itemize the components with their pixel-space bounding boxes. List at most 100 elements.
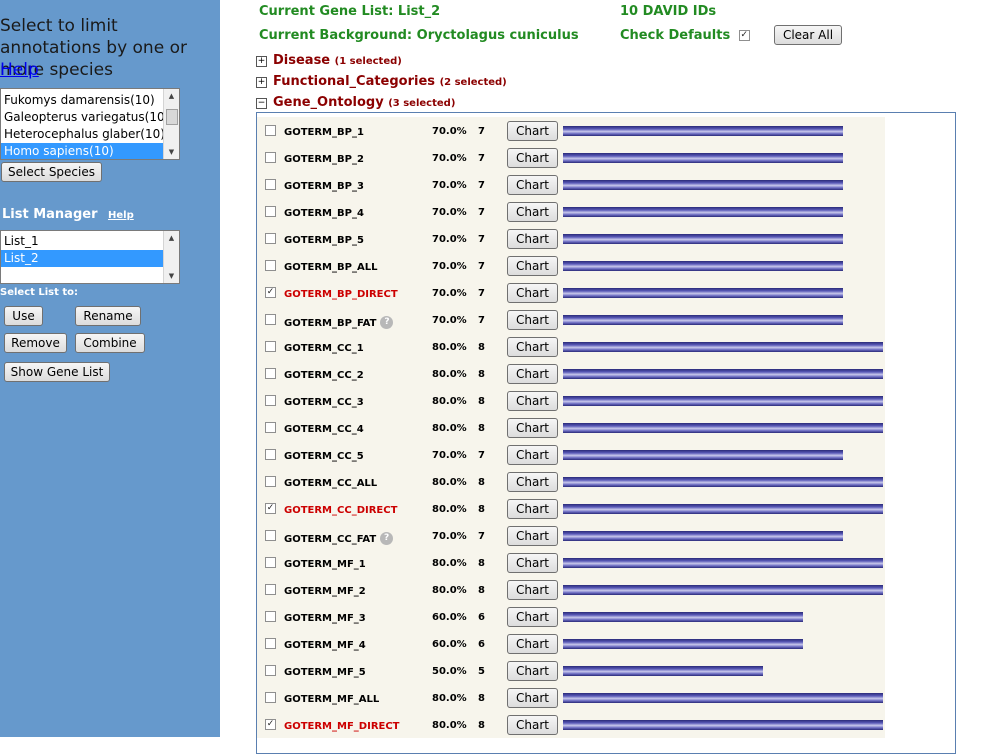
annotation-checkbox[interactable]	[265, 368, 276, 379]
annotation-name: GOTERM_MF_DIRECT	[284, 721, 400, 732]
annotation-checkbox[interactable]	[265, 260, 276, 271]
scroll-down-icon[interactable]: ▼	[164, 269, 179, 283]
chart-button[interactable]: Chart	[507, 661, 558, 681]
chart-button[interactable]: Chart	[507, 148, 558, 168]
chart-button[interactable]: Chart	[507, 229, 558, 249]
annotation-count: 7	[478, 450, 485, 461]
chart-button[interactable]: Chart	[507, 688, 558, 708]
expand-icon[interactable]: +	[256, 77, 267, 88]
annotation-row: GOTERM_CC_4 80.0% 8 Chart	[257, 414, 885, 441]
expand-icon[interactable]: +	[256, 56, 267, 67]
combine-button[interactable]: Combine	[75, 333, 145, 353]
section-functional-categories[interactable]: + Functional_Categories (2 selected)	[256, 74, 507, 89]
annotation-name: GOTERM_MF_5	[284, 667, 366, 678]
chart-button[interactable]: Chart	[507, 715, 558, 735]
annotation-name-text: GOTERM_MF_2	[284, 586, 366, 597]
help-icon[interactable]: ?	[380, 532, 394, 545]
select-species-button[interactable]: Select Species	[1, 162, 102, 182]
annotation-percent: 70.0%	[432, 234, 467, 245]
annotation-count: 6	[478, 612, 485, 623]
coverage-bar	[563, 207, 843, 217]
annotation-name: GOTERM_MF_1	[284, 559, 366, 570]
annotation-checkbox[interactable]	[265, 584, 276, 595]
annotation-count: 7	[478, 315, 485, 326]
rename-button[interactable]: Rename	[75, 306, 141, 326]
coverage-bar	[563, 369, 883, 379]
annotation-checkbox[interactable]	[265, 692, 276, 703]
annotation-checkbox[interactable]: ✓	[265, 287, 276, 298]
annotation-checkbox[interactable]	[265, 449, 276, 460]
chart-button[interactable]: Chart	[507, 391, 558, 411]
annotation-checkbox[interactable]	[265, 341, 276, 352]
species-item[interactable]: Galeopterus variegatus(10)	[1, 109, 179, 126]
collapse-icon[interactable]: −	[256, 98, 267, 109]
chart-button[interactable]: Chart	[507, 553, 558, 573]
annotation-checkbox[interactable]	[265, 233, 276, 244]
chart-button[interactable]: Chart	[507, 472, 558, 492]
coverage-bar	[563, 666, 763, 676]
check-defaults-checkbox[interactable]: ✓	[738, 30, 750, 41]
show-gene-list-button[interactable]: Show Gene List	[4, 362, 110, 382]
annotation-checkbox[interactable]	[265, 422, 276, 433]
annotation-name-text: GOTERM_BP_DIRECT	[284, 289, 398, 300]
species-help-link[interactable]: Help	[0, 60, 39, 80]
chart-button[interactable]: Chart	[507, 283, 558, 303]
annotation-checkbox[interactable]	[265, 152, 276, 163]
species-item[interactable]: Heterocephalus glaber(10)	[1, 126, 179, 143]
gene-lists-listbox[interactable]: List_1 List_2 ▲ ▼	[0, 230, 180, 284]
species-listbox[interactable]: Fukomys damarensis(10) Galeopterus varie…	[0, 88, 180, 160]
annotation-checkbox[interactable]	[265, 314, 276, 325]
annotation-checkbox[interactable]	[265, 206, 276, 217]
annotation-checkbox[interactable]	[265, 125, 276, 136]
species-item[interactable]: Fukomys damarensis(10)	[1, 92, 179, 109]
annotation-row: GOTERM_BP_5 70.0% 7 Chart	[257, 225, 885, 252]
gene-list-item-selected[interactable]: List_2	[1, 250, 179, 267]
annotation-checkbox[interactable]	[265, 638, 276, 649]
clear-all-button[interactable]: Clear All	[774, 25, 842, 45]
chart-button[interactable]: Chart	[507, 310, 558, 330]
lists-scrollbar[interactable]: ▲ ▼	[163, 231, 179, 283]
chart-button[interactable]: Chart	[507, 526, 558, 546]
annotation-checkbox[interactable]	[265, 179, 276, 190]
use-button[interactable]: Use	[4, 306, 43, 326]
scroll-up-icon[interactable]: ▲	[164, 231, 179, 245]
chart-button[interactable]: Chart	[507, 499, 558, 519]
chart-button[interactable]: Chart	[507, 256, 558, 276]
chart-button[interactable]: Chart	[507, 607, 558, 627]
scroll-down-icon[interactable]: ▼	[164, 145, 179, 159]
species-item-selected[interactable]: Homo sapiens(10)	[1, 143, 179, 159]
remove-button[interactable]: Remove	[4, 333, 67, 353]
annotation-name-text: GOTERM_CC_4	[284, 424, 364, 435]
chart-button[interactable]: Chart	[507, 121, 558, 141]
gene-list-item[interactable]: List_1	[1, 233, 179, 250]
chart-button[interactable]: Chart	[507, 175, 558, 195]
scroll-thumb[interactable]	[166, 109, 178, 125]
scroll-up-icon[interactable]: ▲	[164, 89, 179, 103]
chart-button[interactable]: Chart	[507, 364, 558, 384]
annotation-row: GOTERM_CC_3 80.0% 8 Chart	[257, 387, 885, 414]
chart-button[interactable]: Chart	[507, 634, 558, 654]
annotation-checkbox[interactable]: ✓	[265, 719, 276, 730]
annotation-row: ✓ GOTERM_MF_DIRECT 80.0% 8 Chart	[257, 711, 885, 738]
chart-button[interactable]: Chart	[507, 202, 558, 222]
help-icon[interactable]: ?	[380, 316, 394, 329]
chart-button[interactable]: Chart	[507, 445, 558, 465]
annotation-checkbox[interactable]	[265, 665, 276, 676]
species-scrollbar[interactable]: ▲ ▼	[163, 89, 179, 159]
annotation-count: 7	[478, 531, 485, 542]
annotation-checkbox[interactable]	[265, 476, 276, 487]
chart-button[interactable]: Chart	[507, 580, 558, 600]
annotation-checkbox[interactable]	[265, 557, 276, 568]
section-disease[interactable]: + Disease (1 selected)	[256, 53, 402, 68]
section-gene-ontology[interactable]: − Gene_Ontology (3 selected)	[256, 95, 455, 110]
annotation-checkbox[interactable]: ✓	[265, 503, 276, 514]
david-id-count: 10 DAVID IDs	[620, 4, 717, 19]
annotation-count: 8	[478, 504, 485, 515]
annotation-count: 7	[478, 288, 485, 299]
chart-button[interactable]: Chart	[507, 337, 558, 357]
annotation-checkbox[interactable]	[265, 611, 276, 622]
annotation-checkbox[interactable]	[265, 395, 276, 406]
annotation-checkbox[interactable]	[265, 530, 276, 541]
list-manager-help-link[interactable]: Help	[108, 210, 134, 221]
chart-button[interactable]: Chart	[507, 418, 558, 438]
